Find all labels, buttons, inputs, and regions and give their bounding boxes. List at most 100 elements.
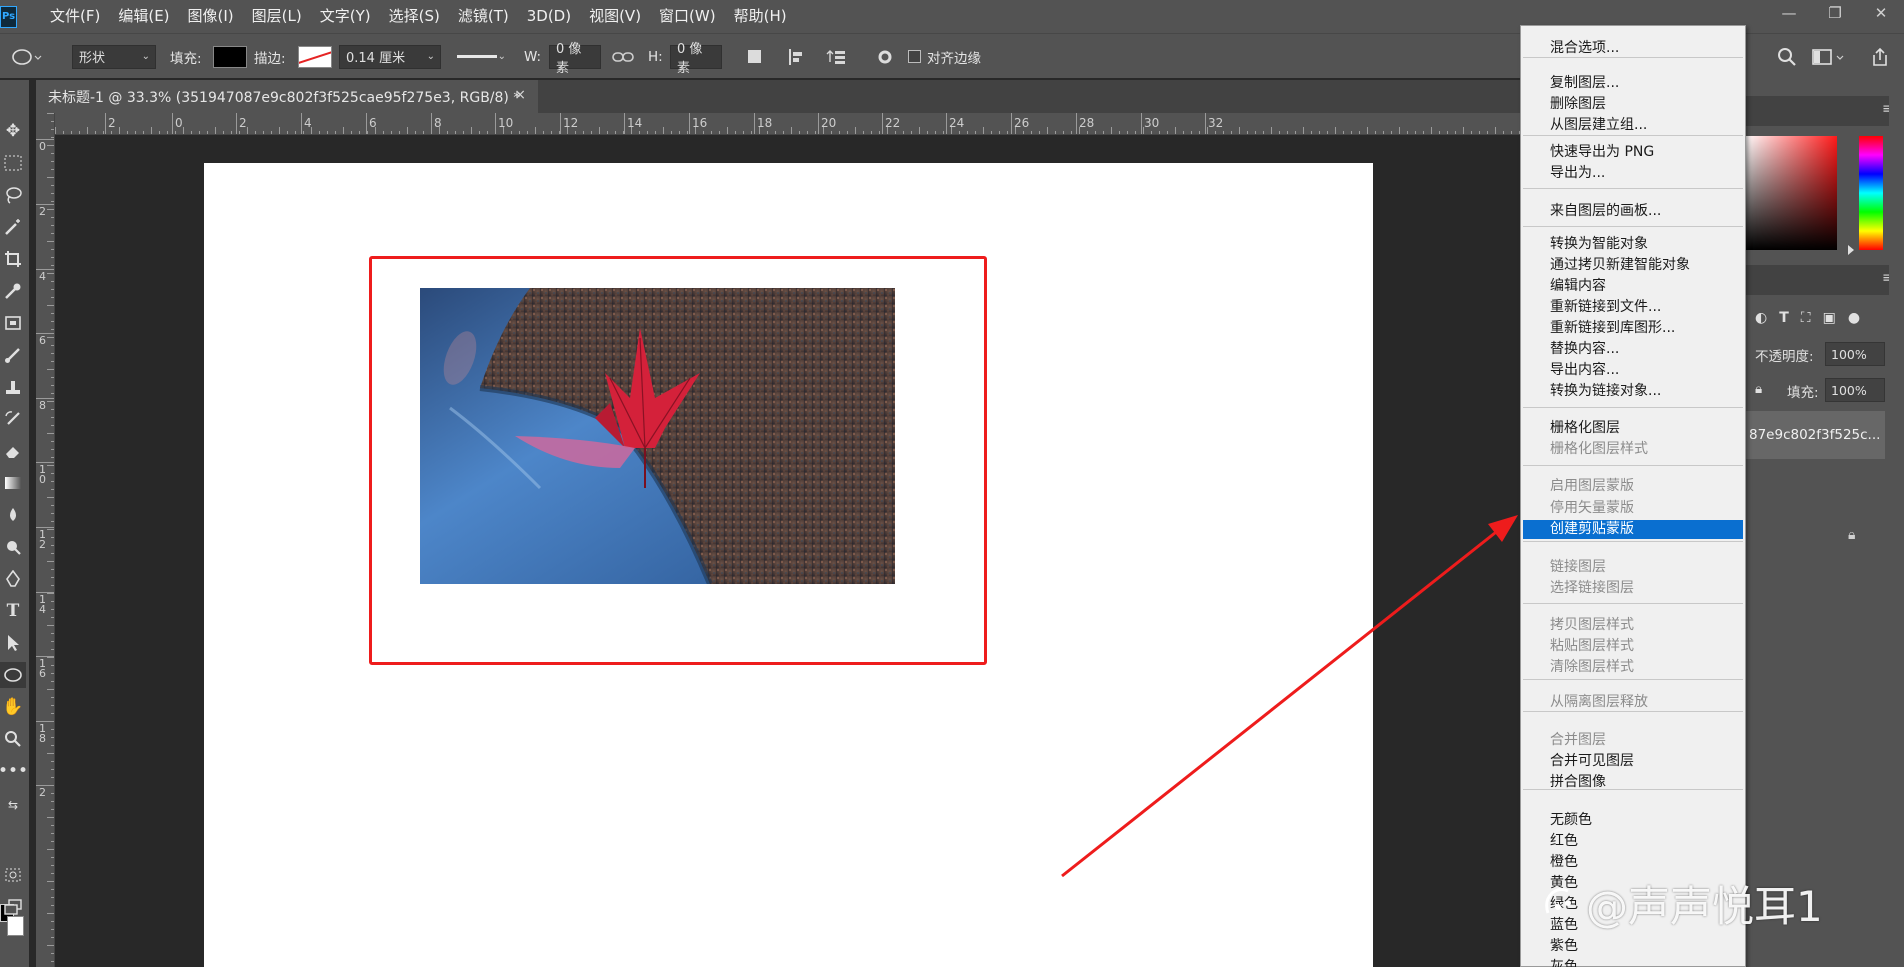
hand-tool-icon[interactable]: ✋ <box>0 694 26 720</box>
context-menu-item[interactable]: 红色 <box>1523 832 1743 851</box>
context-menu-item[interactable]: 混合选项... <box>1523 39 1743 58</box>
panel-collapse-strip[interactable] <box>1889 78 1904 967</box>
share-icon[interactable] <box>1871 34 1889 79</box>
layer-row-background[interactable] <box>1745 513 1885 561</box>
path-selection-tool-icon[interactable] <box>0 630 26 656</box>
pen-tool-icon[interactable] <box>0 566 26 592</box>
hue-slider[interactable] <box>1859 136 1883 250</box>
stroke-type-select[interactable]: ⌄ <box>450 44 512 69</box>
context-menu-item[interactable]: 来自图层的画板... <box>1523 202 1743 221</box>
adjustment-filter-icon[interactable]: ◐ <box>1755 310 1767 326</box>
context-menu-item[interactable]: 导出内容... <box>1523 361 1743 380</box>
zoom-tool-icon[interactable] <box>0 726 26 752</box>
context-menu-item[interactable]: 紫色 <box>1523 937 1743 956</box>
opacity-input[interactable]: 100% <box>1825 342 1885 366</box>
ruler-horizontal[interactable]: 2 0 2 4 6 8 10 12 14 16 18 20 22 24 26 28 30 32 <box>55 113 1533 135</box>
height-input[interactable]: 0 像素 <box>670 42 722 76</box>
lock-icon[interactable]: 🔒︎ <box>1755 381 1762 397</box>
restore-button[interactable]: ❐ <box>1812 0 1858 26</box>
path-operations-button[interactable] <box>748 34 761 79</box>
ellipse-tool-preset[interactable] <box>10 34 44 79</box>
layers-panel-header[interactable] <box>1745 265 1904 295</box>
close-window-button[interactable]: ✕ <box>1858 0 1904 26</box>
color-panel-header[interactable] <box>1745 96 1904 126</box>
shape-filter-icon[interactable]: ⛶ <box>1801 310 1811 326</box>
path-alignment-button[interactable] <box>788 34 806 79</box>
menu-help[interactable]: 帮助(H) <box>725 0 796 33</box>
shape-mode-select[interactable]: 形状 ⌄ <box>72 44 156 69</box>
link-icon[interactable] <box>612 34 634 79</box>
context-menu-item[interactable]: 拼合图像 <box>1523 773 1743 792</box>
path-arrangement-button[interactable] <box>826 34 848 79</box>
minimize-button[interactable]: — <box>1766 0 1812 26</box>
menu-edit[interactable]: 编辑(E) <box>109 0 178 33</box>
menu-view[interactable]: 视图(V) <box>580 0 650 33</box>
dodge-tool-icon[interactable] <box>0 534 26 560</box>
color-picker-field[interactable] <box>1745 136 1837 250</box>
align-edges-checkbox[interactable] <box>908 50 921 63</box>
context-menu-item[interactable]: 合并可见图层 <box>1523 752 1743 771</box>
context-menu-item[interactable]: 重新链接到文件... <box>1523 298 1743 317</box>
hue-slider-handle[interactable] <box>1848 245 1854 255</box>
lasso-tool-icon[interactable] <box>0 182 26 208</box>
document-tab[interactable]: 未标题-1 @ 33.3% (351947087e9c802f3f525cae9… <box>36 80 538 113</box>
context-menu-item[interactable]: 灰色 <box>1523 958 1743 967</box>
type-tool-icon[interactable]: T <box>0 598 26 624</box>
context-menu-item[interactable]: 重新链接到库图形... <box>1523 319 1743 338</box>
move-tool-icon[interactable]: ✥ <box>0 118 26 144</box>
search-icon[interactable] <box>1777 34 1797 79</box>
workspace-switcher-icon[interactable] <box>1812 34 1846 79</box>
stamp-tool-icon[interactable] <box>0 374 26 400</box>
context-menu-item[interactable]: 编辑内容 <box>1523 277 1743 296</box>
context-menu-item[interactable]: 栅格化图层 <box>1523 419 1743 438</box>
magic-wand-tool-icon[interactable] <box>0 214 26 240</box>
context-menu-item[interactable]: 删除图层 <box>1523 95 1743 114</box>
context-menu-item[interactable]: 转换为智能对象 <box>1523 235 1743 254</box>
menu-3d[interactable]: 3D(D) <box>518 0 580 33</box>
gradient-tool-icon[interactable] <box>0 470 26 496</box>
stroke-color-swatch[interactable] <box>298 45 332 68</box>
placed-photo-layer[interactable] <box>420 288 895 584</box>
layer-row-smart-object[interactable]: 87e9c802f3f525c... <box>1745 411 1885 459</box>
history-brush-tool-icon[interactable] <box>0 406 26 432</box>
swap-colors-icon[interactable]: ⇆ <box>0 792 26 818</box>
context-menu-item[interactable]: 转换为链接对象... <box>1523 382 1743 401</box>
context-menu-item[interactable]: 橙色 <box>1523 853 1743 872</box>
fill-color-swatch[interactable] <box>213 45 247 68</box>
filter-toggle-icon[interactable]: ● <box>1848 310 1860 326</box>
crop-tool-icon[interactable] <box>0 246 26 272</box>
menu-filter[interactable]: 滤镜(T) <box>449 0 518 33</box>
context-menu-item[interactable]: 创建剪贴蒙版 <box>1523 520 1743 539</box>
smart-object-filter-icon[interactable]: ▣ <box>1823 310 1836 326</box>
align-edges-option[interactable]: 对齐边缘 <box>908 34 981 79</box>
type-filter-icon[interactable]: T <box>1779 310 1789 326</box>
eyedropper-tool-icon[interactable] <box>0 278 26 304</box>
context-menu-item[interactable]: 导出为... <box>1523 164 1743 183</box>
frame-tool-icon[interactable] <box>0 310 26 336</box>
context-menu-item[interactable]: 替换内容... <box>1523 340 1743 359</box>
context-menu-item[interactable]: 从图层建立组... <box>1523 116 1743 135</box>
blur-tool-icon[interactable] <box>0 502 26 528</box>
menu-file[interactable]: 文件(F) <box>41 0 109 33</box>
menu-layer[interactable]: 图层(L) <box>243 0 311 33</box>
eraser-tool-icon[interactable] <box>0 438 26 464</box>
ruler-vertical[interactable]: 0246810121416182 <box>36 113 55 967</box>
fill-opacity-input[interactable]: 100% <box>1825 378 1885 402</box>
more-tools-icon[interactable]: ••• <box>0 758 28 784</box>
screen-mode-icon[interactable] <box>0 894 26 920</box>
menu-image[interactable]: 图像(I) <box>179 0 243 33</box>
canvas-area[interactable] <box>56 136 1533 967</box>
quick-mask-icon[interactable] <box>0 862 26 888</box>
ellipse-tool-icon[interactable] <box>0 662 26 688</box>
brush-tool-icon[interactable] <box>0 342 26 368</box>
menu-select[interactable]: 选择(S) <box>380 0 449 33</box>
menu-type[interactable]: 文字(Y) <box>311 0 380 33</box>
context-menu-item[interactable]: 快速导出为 PNG <box>1523 143 1743 162</box>
context-menu-item[interactable]: 复制图层... <box>1523 74 1743 93</box>
width-input[interactable]: 0 像素 <box>549 42 601 76</box>
settings-gear-icon[interactable] <box>876 34 894 79</box>
context-menu-item[interactable]: 无颜色 <box>1523 811 1743 830</box>
context-menu-item[interactable]: 通过拷贝新建智能对象 <box>1523 256 1743 275</box>
close-tab-icon[interactable]: × <box>514 87 526 103</box>
stroke-width-input[interactable]: 0.14 厘米 ⌄ <box>339 44 441 69</box>
